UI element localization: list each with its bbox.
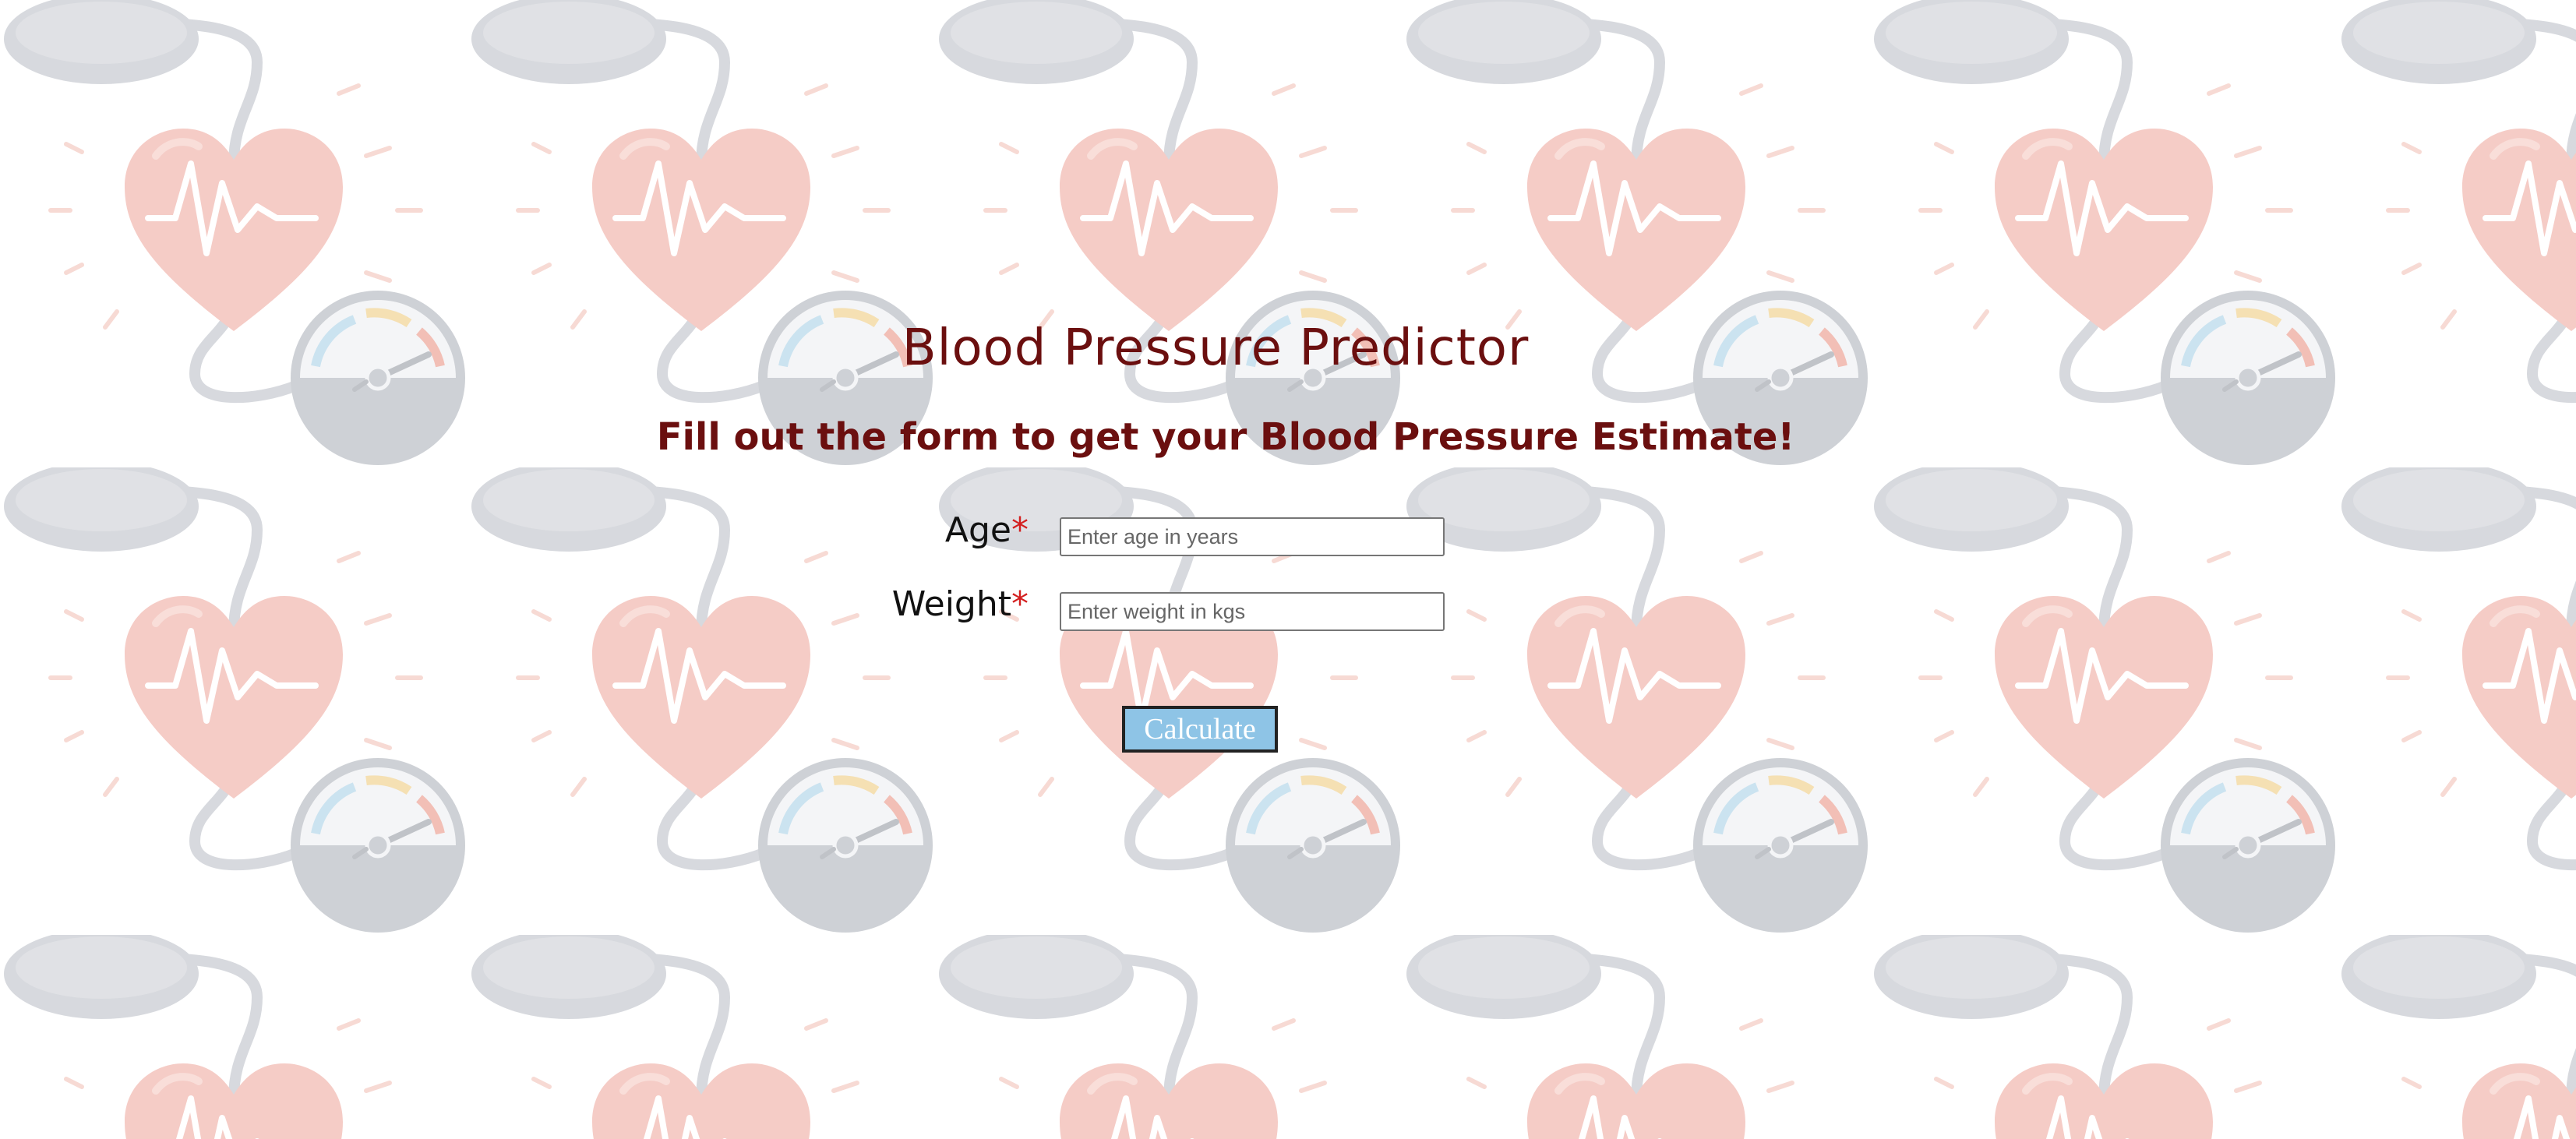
weight-label-text: Weight (891, 584, 1011, 624)
required-mark: * (1011, 584, 1029, 624)
age-label-text: Age (944, 510, 1011, 550)
age-input[interactable] (1060, 517, 1445, 556)
weight-label: Weight* (795, 584, 1029, 624)
page-content: Blood Pressure Predictor Fill out the fo… (0, 0, 2576, 1139)
age-label: Age* (795, 510, 1029, 550)
weight-input[interactable] (1060, 592, 1445, 631)
page-subtitle: Fill out the form to get your Blood Pres… (656, 415, 1795, 459)
calculate-button[interactable]: Calculate (1122, 706, 1278, 753)
page-title: Blood Pressure Predictor (902, 319, 1530, 377)
required-mark: * (1011, 510, 1029, 550)
